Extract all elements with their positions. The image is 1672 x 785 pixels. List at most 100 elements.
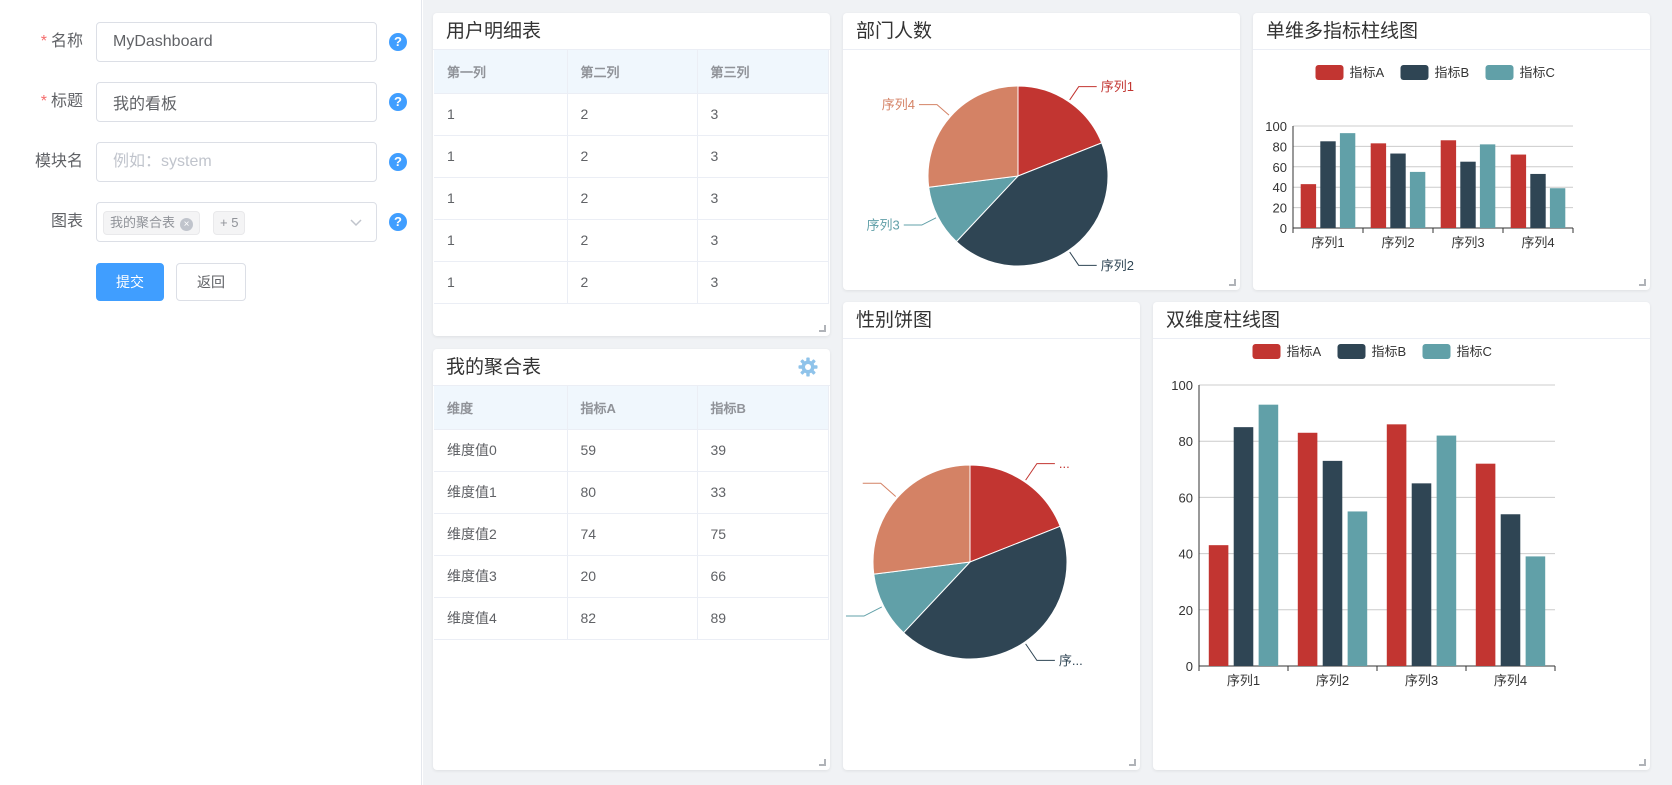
form-row-name: *名称 ?: [0, 22, 422, 62]
help-icon[interactable]: ?: [389, 93, 407, 111]
table-cell: 82: [567, 597, 698, 640]
resize-handle[interactable]: [1229, 279, 1236, 286]
pie-label-line: [1025, 463, 1055, 481]
pie-label: ...: [1059, 456, 1070, 471]
table-row: 维度值3 20 66: [434, 555, 829, 598]
gear-icon[interactable]: [798, 357, 818, 377]
table-row: 维度值4 82 89: [434, 597, 829, 640]
pie-label-line: [918, 104, 950, 116]
resize-handle[interactable]: [819, 325, 826, 332]
bar: [1297, 432, 1318, 666]
bar: [1475, 463, 1496, 666]
legend-swatch: [1315, 65, 1344, 80]
y-tick-label: 80: [1273, 139, 1287, 154]
y-tick-label: 80: [1179, 434, 1193, 449]
field-label-text: 标题: [50, 93, 83, 110]
title-input[interactable]: [96, 82, 377, 122]
pie-slice: [927, 85, 1019, 188]
table-cell: 维度值1: [434, 471, 568, 514]
x-tick-label: 序列4: [1494, 673, 1527, 688]
form-row-module: 模块名 ?: [0, 142, 422, 182]
chevron-down-icon[interactable]: [348, 214, 364, 230]
module-input[interactable]: [96, 142, 377, 182]
tag-close-icon[interactable]: ×: [180, 218, 194, 231]
bar: [1440, 140, 1457, 228]
table-cell: 1: [434, 261, 568, 304]
y-tick-label: 60: [1273, 160, 1287, 175]
resize-handle[interactable]: [1129, 759, 1136, 766]
x-tick-label: 序列2: [1316, 673, 1349, 688]
column-header[interactable]: 维度: [434, 386, 568, 430]
pie-label-line: [845, 606, 883, 617]
card-title: 性别饼图: [856, 310, 933, 331]
y-tick-label: 20: [1179, 603, 1193, 618]
table-cell: 3: [697, 261, 829, 304]
pie-label-line: [1025, 643, 1055, 661]
pie-label: 序...: [1059, 653, 1083, 668]
bar: [1339, 133, 1356, 228]
bar: [1525, 556, 1546, 666]
bar: [1411, 483, 1432, 666]
bar: [1322, 460, 1343, 666]
pie-label: 序列2: [1101, 258, 1134, 273]
table-cell: 维度值4: [434, 597, 568, 640]
pie-label-line: [862, 482, 897, 497]
column-header[interactable]: 第一列: [434, 50, 568, 94]
table-cell: 2: [567, 93, 698, 136]
legend-label: 指标B: [1435, 65, 1470, 80]
charts-select[interactable]: 我的聚合表 × + 5: [96, 202, 377, 242]
x-tick-label: 序列3: [1405, 673, 1438, 688]
help-icon[interactable]: ?: [389, 213, 407, 231]
bar: [1390, 153, 1406, 228]
name-input[interactable]: [96, 22, 377, 62]
column-header[interactable]: 第二列: [567, 50, 698, 94]
resize-handle[interactable]: [819, 759, 826, 766]
card-title: 双维度柱线图: [1166, 310, 1281, 331]
field-label-module: 模块名: [34, 153, 83, 170]
table-cell: 3: [697, 219, 829, 262]
bar: [1258, 404, 1279, 666]
table-cell: 2: [567, 261, 698, 304]
column-header[interactable]: 第三列: [697, 50, 829, 94]
y-tick-label: 0: [1186, 659, 1193, 674]
table-cell: 1: [434, 219, 568, 262]
table-row: 维度值1 80 33: [434, 471, 829, 514]
y-tick-label: 100: [1171, 378, 1193, 393]
resize-handle[interactable]: [1639, 279, 1646, 286]
table-cell: 维度值2: [434, 513, 568, 556]
field-label-title: * 标题: [0, 82, 83, 122]
agg-table-card: 我的聚合表 维度 指标A 指标B 维度值0 59 39 维度值1 80 33 维…: [433, 349, 830, 770]
table-cell: 维度值3: [434, 555, 568, 598]
x-tick-label: 序列4: [1521, 235, 1554, 250]
legend-swatch: [1422, 344, 1451, 359]
user-table: 第一列 第二列 第三列 123 123 123 123 123: [434, 50, 829, 304]
table-row: 123: [434, 93, 829, 136]
pie-label-line: [1069, 251, 1097, 266]
help-icon[interactable]: ?: [389, 153, 407, 171]
back-button[interactable]: 返回: [176, 263, 246, 301]
y-tick-label: 0: [1280, 221, 1287, 236]
bar: [1500, 514, 1521, 666]
help-icon[interactable]: ?: [389, 33, 407, 51]
bar: [1208, 545, 1229, 666]
y-tick-label: 20: [1273, 201, 1287, 216]
bar: [1510, 154, 1527, 228]
table-row: 123: [434, 261, 829, 304]
y-tick-label: 40: [1273, 180, 1287, 195]
bar: [1320, 141, 1336, 228]
y-tick-label: 100: [1265, 119, 1287, 134]
column-header[interactable]: 指标A: [567, 386, 698, 430]
field-label-name: * 名称: [0, 22, 83, 62]
card-title: 部门人数: [856, 21, 933, 42]
table-cell: 1: [434, 93, 568, 136]
required-mark: *: [40, 33, 47, 50]
column-header[interactable]: 指标B: [697, 386, 829, 430]
pie-slice: [872, 464, 971, 575]
legend-label: 指标C: [1457, 344, 1492, 359]
bar: [1370, 143, 1387, 228]
bar: [1530, 173, 1546, 228]
bar: [1386, 424, 1407, 666]
submit-button[interactable]: 提交: [96, 263, 164, 301]
legend-swatch: [1337, 344, 1366, 359]
resize-handle[interactable]: [1639, 759, 1646, 766]
